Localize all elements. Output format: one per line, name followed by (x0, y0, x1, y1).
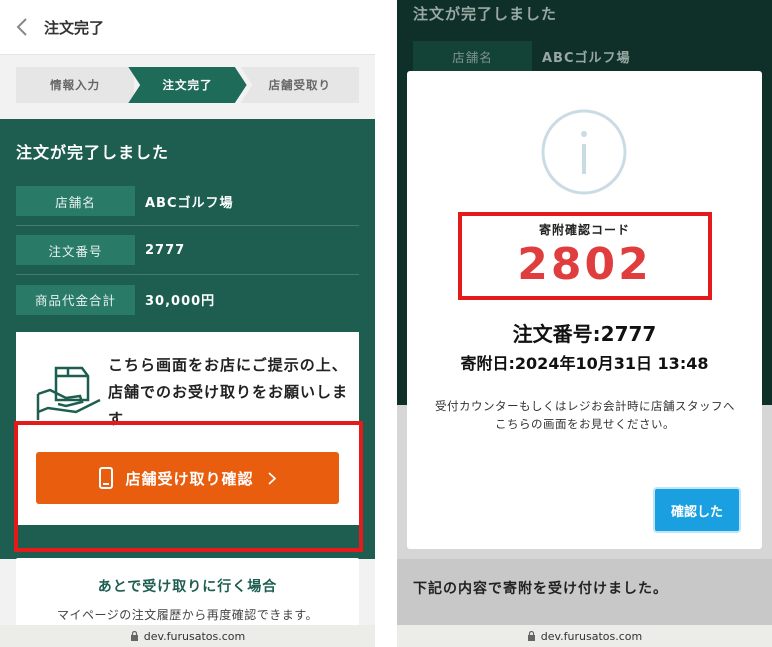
info-icon (541, 109, 627, 195)
back-button[interactable] (0, 0, 44, 55)
info-value: 2777 (145, 242, 186, 258)
chevron-right-icon (267, 471, 276, 485)
info-value: 30,000円 (145, 294, 216, 309)
donation-code-screen: 注文が完了しました 店舗名 ABCゴルフ場 下記の内容で寄附を受け付けました。 … (397, 0, 772, 647)
shop-pickup-icon (36, 366, 101, 420)
smartphone-icon (99, 467, 114, 489)
donation-date: 寄附日:2024年10月31日 13:48 (460, 354, 709, 373)
info-label: 店舗名 (413, 41, 532, 71)
browser-url-bar[interactable]: dev.furusatos.com (397, 625, 772, 647)
order-complete-screen: 注文完了 情報入力 注文完了 店舗受取り 注文が完了しました 店舗名 ABCゴル… (0, 0, 375, 647)
lock-icon (527, 631, 535, 641)
info-value: ABCゴルフ場 (542, 50, 631, 66)
info-label: 店舗名 (16, 186, 135, 216)
confirm-button-label: 店舗受け取り確認 (125, 469, 254, 488)
later-pickup-title: あとで受け取りに行く場合 (97, 579, 278, 595)
dimmed-info-row-store: 店舗名 ABCゴルフ場 (413, 41, 631, 71)
url-text: dev.furusatos.com (540, 629, 643, 643)
info-row-total: 商品代金合計 30,000円 (16, 275, 359, 324)
step-info-input: 情報入力 (16, 67, 135, 103)
chevron-left-icon (16, 18, 27, 36)
dimmed-complete-heading: 注文が完了しました (413, 5, 558, 23)
donation-code-value: 2802 (517, 239, 652, 290)
url-text: dev.furusatos.com (143, 629, 246, 643)
info-value: ABCゴルフ場 (145, 195, 234, 211)
step-order-complete: 注文完了 (128, 67, 247, 103)
step-store-pickup: 店舗受取り (240, 67, 359, 103)
info-row-order-number: 注文番号 2777 (16, 226, 359, 275)
lock-icon (130, 631, 138, 641)
store-pickup-confirm-button[interactable]: 店舗受け取り確認 (36, 452, 339, 504)
header-bar: 注文完了 (0, 0, 375, 55)
browser-url-bar[interactable]: dev.furusatos.com (0, 625, 375, 647)
donation-code-modal: 寄附確認コード 2802 注文番号:2777 寄附日:2024年10月31日 1… (407, 71, 762, 549)
progress-stepper: 情報入力 注文完了 店舗受取り (16, 67, 359, 103)
order-number: 注文番号:2777 (512, 322, 657, 346)
order-info-table: 店舗名 ABCゴルフ場 注文番号 2777 商品代金合計 30,000円 (16, 177, 359, 324)
later-pickup-text: マイページの注文履歴から再度確認できます。 (56, 608, 319, 622)
info-row-store: 店舗名 ABCゴルフ場 (16, 177, 359, 226)
pickup-instruction-text: こちら画面をお店にご提示の上、店舗でのお受け取りをお願いします (108, 356, 349, 428)
show-screen-notice: 受付カウンターもしくはレジお会計時に店舗スタッフへこちらの画面をお見せください。 (435, 399, 735, 431)
info-label: 商品代金合計 (16, 284, 135, 315)
confirmed-button[interactable]: 確認した (653, 487, 741, 533)
donation-received-text: 下記の内容で寄附を受け付けました。 (413, 581, 668, 597)
page-title: 注文完了 (44, 18, 105, 37)
info-label: 注文番号 (16, 235, 135, 265)
complete-heading: 注文が完了しました (16, 143, 170, 162)
donation-code-label: 寄附確認コード (538, 223, 630, 237)
